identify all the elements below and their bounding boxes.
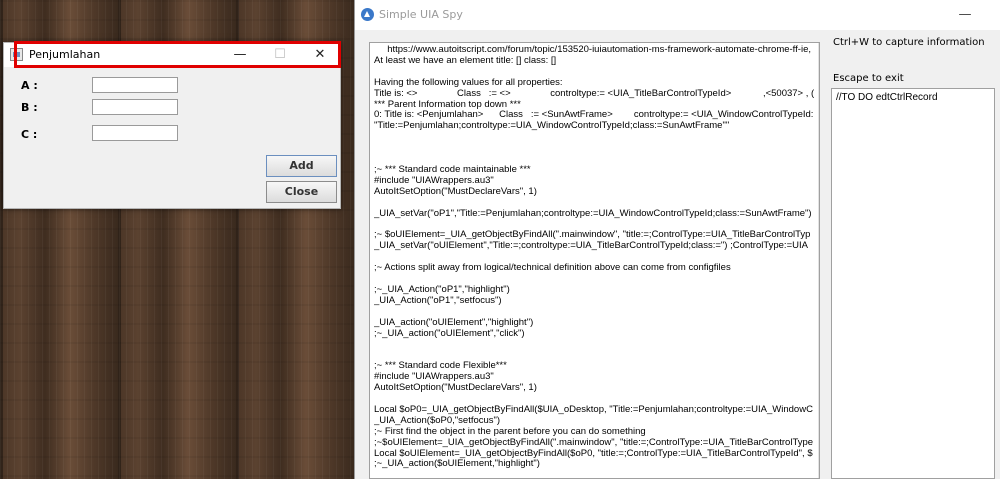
uia-spy-window[interactable]: Simple UIA Spy — https://www.autoitscrip… <box>354 0 1000 479</box>
close-button[interactable]: Close <box>266 181 337 203</box>
penjumlahan-title: Penjumlahan <box>29 48 101 61</box>
code-line: ;~$oUIElement=_UIA_getObjectByFindAll(".… <box>374 436 814 448</box>
code-line: ;~ Actions split away from logical/techn… <box>374 262 731 274</box>
code-line: Having the following values for all prop… <box>374 76 563 88</box>
uia-spy-titlebar[interactable]: Simple UIA Spy — <box>355 0 1000 30</box>
field-b-label: B : <box>21 101 38 114</box>
close-window-button[interactable]: ✕ <box>300 43 340 67</box>
record-text: //TO DO edtCtrlRecord <box>836 92 938 103</box>
maximize-button[interactable]: ☐ <box>260 43 300 67</box>
field-a-input[interactable] <box>92 77 178 93</box>
code-scrollbar[interactable] <box>818 43 819 478</box>
capture-hint-label: Ctrl+W to capture information <box>833 37 985 48</box>
uia-spy-icon <box>361 8 374 21</box>
code-line: AutoItSetOption("MustDeclareVars", 1) <box>374 382 537 394</box>
java-app-icon <box>10 48 23 61</box>
code-output-textarea[interactable]: https://www.autoitscript.com/forum/topic… <box>369 42 820 479</box>
code-line: At least we have an element title: [] cl… <box>374 54 557 66</box>
minimize-button[interactable]: — <box>220 43 260 67</box>
escape-hint-label: Escape to exit <box>833 73 904 84</box>
add-button[interactable]: Add <box>266 155 337 177</box>
penjumlahan-titlebar[interactable]: Penjumlahan — ☐ ✕ <box>4 43 340 67</box>
code-line: ;~ First find the object in the parent b… <box>374 425 646 437</box>
uia-spy-title: Simple UIA Spy <box>379 8 463 21</box>
field-b-input[interactable] <box>92 99 178 115</box>
code-line: _UIA_setVar("oUIElement","Title:=;contro… <box>374 240 808 252</box>
code-line: AutoItSetOption("MustDeclareVars", 1) <box>374 185 537 197</box>
code-output-text: https://www.autoitscript.com/forum/topic… <box>374 45 814 470</box>
field-c-input[interactable] <box>92 125 178 141</box>
record-textarea[interactable]: //TO DO edtCtrlRecord <box>831 88 995 479</box>
code-line: _UIA_action("oUIElement","highlight") <box>374 316 534 328</box>
code-line: ;~_UIA_action("oUIElement","click") <box>374 327 525 339</box>
field-a-label: A : <box>21 79 38 92</box>
code-line: "Title:=Penjumlahan;controltype:=UIA_Win… <box>374 120 730 132</box>
code-line: _UIA_setVar("oP1","Title:=Penjumlahan;co… <box>374 207 812 219</box>
penjumlahan-window[interactable]: Penjumlahan — ☐ ✕ A : B : C : Add Close <box>3 42 341 209</box>
code-line: Title is: <> Class := <> controltype:= <… <box>374 87 814 99</box>
uia-spy-minimize-button[interactable]: — <box>945 3 985 27</box>
code-line: _UIA_Action("oP1","setfocus") <box>374 294 502 306</box>
code-line: ;~_UIA_action($oUIElement,"highlight") <box>374 458 540 470</box>
field-c-label: C : <box>21 128 38 141</box>
